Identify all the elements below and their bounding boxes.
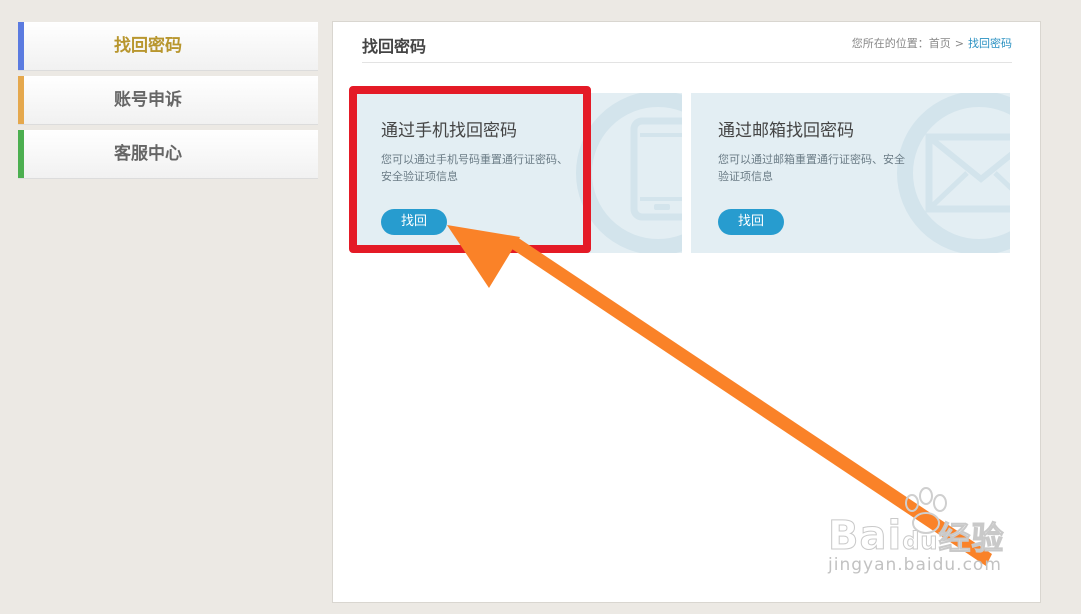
watermark-url: jingyan.baidu.com	[828, 555, 1002, 575]
paw-icon	[905, 487, 947, 534]
baidu-jingyan-watermark: Baidu经验 jingyan.baidu.com	[827, 487, 1004, 575]
arrow-head	[447, 225, 520, 288]
